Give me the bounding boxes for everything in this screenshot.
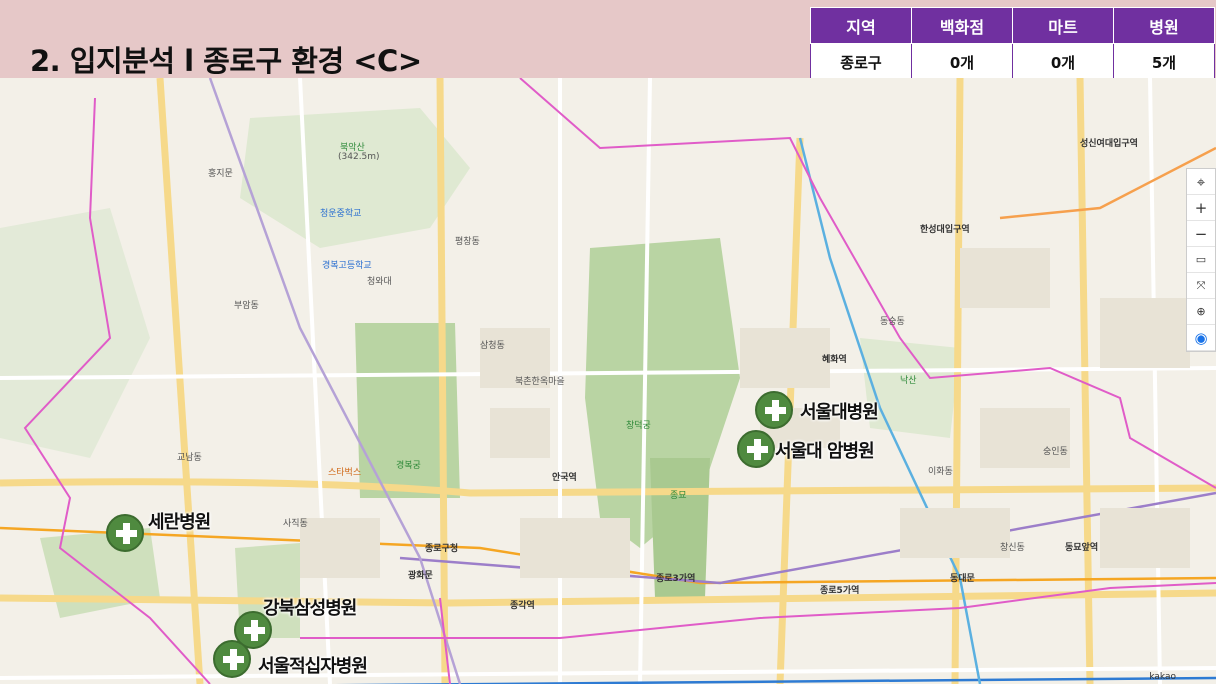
zoom-in-button[interactable]: + (1187, 195, 1215, 221)
cell-department-store-count: 0개 (911, 43, 1013, 82)
map-label-hongjimun: 홍지문 (208, 169, 233, 179)
map-controls: ⌖ + − ▭ ⤧ ⊕ ◉ (1186, 168, 1216, 352)
map-label-starbucks: 스타벅스 (328, 468, 362, 478)
map-label-dongsungdong: 동숭동 (880, 317, 905, 327)
stats-table: 지역 백화점 마트 병원 종로구 0개 0개 5개 (810, 7, 1215, 82)
map-label-dongdaemun: 동대문 (950, 574, 975, 584)
zoom-out-button[interactable]: − (1187, 221, 1215, 247)
map-canvas (0, 78, 1216, 684)
hospital-label-kangbuk-samsung: 강북삼성병원 (263, 598, 357, 619)
map-label-jongno-gu-office: 종로구청 (425, 544, 459, 554)
map-label-gyonam: 교남동 (177, 453, 202, 463)
bugaksan-park (240, 108, 470, 248)
kakao-logo: kakao (1149, 672, 1176, 682)
map-label-jongmyo: 종묘 (670, 491, 687, 501)
map-label-dongmyo: 동묘앞역 (1065, 543, 1099, 553)
map-label-jonggak: 종각역 (510, 601, 535, 611)
roadview-icon[interactable]: ⊕ (1187, 299, 1215, 325)
inwangsan-area (0, 208, 150, 458)
stats-header-row: 지역 백화점 마트 병원 (810, 7, 1215, 44)
location-pin-icon[interactable]: ◉ (1187, 325, 1215, 351)
hospital-marker-snuh[interactable] (755, 391, 793, 429)
layer-icon[interactable]: ▭ (1187, 247, 1215, 273)
map-label-cheongun-school: 청운중학교 (320, 209, 362, 219)
map-label-pyeongchang: 평창동 (455, 237, 480, 247)
map-label-sungin: 숭인동 (1043, 447, 1068, 457)
hospital-label-snuh: 서울대병원 (800, 402, 879, 423)
header-department-store: 백화점 (911, 7, 1013, 44)
hospital-label-seran: 세란병원 (148, 512, 211, 533)
map-label-gyeongbokgung: 경복궁 (396, 461, 421, 471)
cell-hospital-count: 5개 (1113, 43, 1215, 82)
stats-data-row: 종로구 0개 0개 5개 (810, 43, 1215, 82)
map-view[interactable]: 북악산 (342.5m) 청운중학교 경복고등학교 청와대 창덕궁 종묘 광화문… (0, 78, 1216, 684)
header-mart: 마트 (1012, 7, 1114, 44)
map-label-cheongwadae: 청와대 (367, 277, 392, 287)
hospital-label-snuh-cancer: 서울대 암병원 (775, 441, 875, 462)
distance-icon[interactable]: ⤧ (1187, 273, 1215, 299)
map-label-naksan: 낙산 (900, 376, 917, 386)
map-label-buam: 부암동 (234, 301, 259, 311)
map-label-bukchon: 북촌한옥마을 (515, 377, 565, 387)
cell-region: 종로구 (810, 43, 912, 82)
map-label-ihwa: 이화동 (928, 467, 953, 477)
hospital-marker-snuh-cancer[interactable] (737, 430, 775, 468)
map-label-changsin: 창신동 (1000, 543, 1025, 553)
map-label-bugaksan-height: (342.5m) (338, 152, 380, 162)
hospital-marker-seran[interactable] (106, 514, 144, 552)
map-label-gyeongbok-highschool: 경복고등학교 (322, 261, 372, 271)
map-label-jongno5ga: 종로5가역 (820, 586, 860, 596)
west-park (40, 528, 160, 618)
hospital-label-red-cross: 서울적십자병원 (258, 656, 368, 677)
map-label-gwanghwamun: 광화문 (408, 571, 433, 581)
map-label-changdeokgung: 창덕궁 (626, 421, 651, 431)
cell-mart-count: 0개 (1012, 43, 1114, 82)
map-label-hanseong: 한성대입구역 (920, 225, 970, 235)
map-label-samcheong: 삼청동 (480, 341, 505, 351)
map-label-seongsin: 성신여대입구역 (1080, 139, 1138, 149)
header-region: 지역 (810, 7, 912, 44)
map-label-jongno3ga: 종로3가역 (656, 574, 696, 584)
map-label-anguk: 안국역 (552, 473, 577, 483)
header-hospital: 병원 (1113, 7, 1215, 44)
locate-icon[interactable]: ⌖ (1187, 169, 1215, 195)
hospital-marker-red-cross[interactable] (213, 640, 251, 678)
page-title: 2. 입지분석 l 종로구 환경 <C> (30, 44, 422, 78)
map-label-hyehwa: 혜화역 (822, 355, 847, 365)
map-label-sajik: 사직동 (283, 519, 308, 529)
